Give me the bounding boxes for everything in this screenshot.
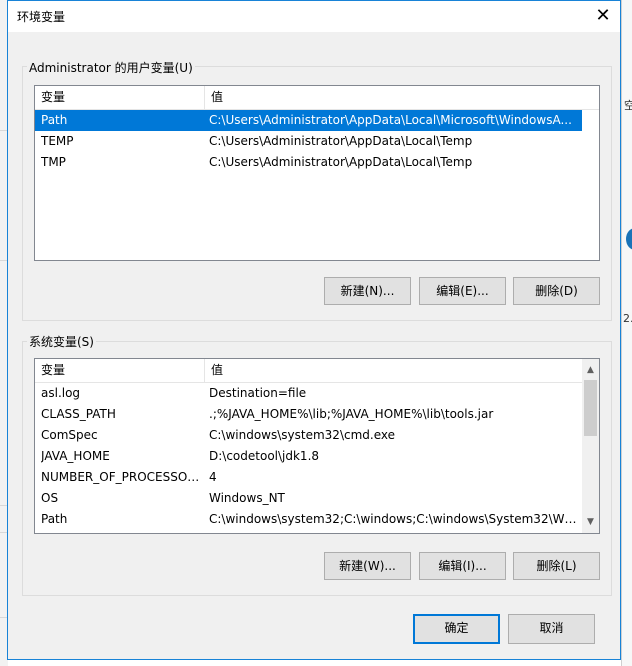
system-edit-button[interactable]: 编辑(I)... <box>419 552 506 580</box>
variable-name: Path <box>41 512 68 526</box>
variable-name: OS <box>41 491 59 505</box>
list-item[interactable]: Path C:\Users\Administrator\AppData\Local… <box>35 110 582 131</box>
variable-value: Destination=file <box>209 386 307 400</box>
scroll-up-arrow-icon[interactable]: ▲ <box>582 362 599 379</box>
variable-name: CLASS_PATH <box>41 407 116 421</box>
variable-name: TMP <box>41 155 66 169</box>
variable-value: .;%JAVA_HOME%\lib;%JAVA_HOME%\lib\tools.… <box>209 407 494 421</box>
bg-text-fragment: 空 <box>624 99 632 112</box>
cancel-button[interactable]: 取消 <box>508 614 595 644</box>
user-variables-group-title: Administrator 的用户变量(U) <box>27 59 195 76</box>
variable-value: 4 <box>209 470 217 484</box>
system-delete-button[interactable]: 删除(L) <box>513 552 600 580</box>
user-edit-button[interactable]: 编辑(E)... <box>419 277 506 305</box>
user-new-button[interactable]: 新建(N)... <box>324 277 411 305</box>
column-header-variable[interactable]: 变量 <box>35 86 204 109</box>
column-header-value[interactable]: 值 <box>205 359 585 382</box>
list-item[interactable]: Path C:\windows\system32;C:\windows;C:\wi… <box>35 509 582 530</box>
system-new-button[interactable]: 新建(W)... <box>324 552 411 580</box>
variable-value: Windows_NT <box>209 491 285 505</box>
variable-value: C:\Users\Administrator\AppData\Local\Mic… <box>209 113 572 127</box>
user-variables-header: 变量 值 <box>35 86 599 110</box>
scrollbar-thumb[interactable] <box>584 380 597 436</box>
scroll-down-arrow-icon[interactable]: ▼ <box>582 514 599 531</box>
environment-variables-dialog: 环境变量 ✕ Administrator 的用户变量(U) 变量 值 Path C… <box>7 0 621 660</box>
user-variables-list[interactable]: 变量 值 Path C:\Users\Administrator\AppData\… <box>34 85 600 261</box>
close-icon: ✕ <box>595 5 611 26</box>
column-header-variable[interactable]: 变量 <box>35 359 204 382</box>
variable-value: C:\Users\Administrator\AppData\Local\Tem… <box>209 134 473 148</box>
title-bar[interactable]: 环境变量 ✕ <box>8 1 620 32</box>
variable-name: Path <box>41 113 68 127</box>
list-item[interactable]: JAVA_HOME D:\codetool\jdk1.8 <box>35 446 582 467</box>
list-item[interactable]: NUMBER_OF_PROCESSORS 4 <box>35 467 582 488</box>
variable-value: C:\windows\system32;C:\windows;C:\window… <box>209 512 578 526</box>
list-item[interactable]: CLASS_PATH .;%JAVA_HOME%\lib;%JAVA_HOME%\… <box>35 404 582 425</box>
variable-name: NUMBER_OF_PROCESSORS <box>41 470 201 484</box>
system-variables-scrollbar[interactable]: ▲ ▼ <box>582 359 599 533</box>
system-variables-header: 变量 值 <box>35 359 582 383</box>
user-delete-button[interactable]: 删除(D) <box>513 277 600 305</box>
list-item[interactable]: ComSpec C:\windows\system32\cmd.exe <box>35 425 582 446</box>
system-variables-group-title: 系统变量(S) <box>27 333 96 350</box>
variable-value: D:\codetool\jdk1.8 <box>209 449 320 463</box>
column-header-value[interactable]: 值 <box>205 86 585 109</box>
variable-value: C:\windows\system32\cmd.exe <box>209 428 395 442</box>
list-item[interactable]: asl.log Destination=file <box>35 383 582 404</box>
bg-text-fragment: 2. <box>623 312 632 325</box>
list-item[interactable]: TMP C:\Users\Administrator\AppData\Local\… <box>35 152 582 173</box>
ok-button[interactable]: 确定 <box>413 614 500 644</box>
dialog-title: 环境变量 <box>17 10 66 24</box>
variable-name: JAVA_HOME <box>41 449 110 463</box>
list-item[interactable]: OS Windows_NT <box>35 488 582 509</box>
system-variables-list[interactable]: 变量 值 asl.log Destination=file CLASS_PATH.;… <box>34 358 600 534</box>
variable-value: C:\Users\Administrator\AppData\Local\Tem… <box>209 155 473 169</box>
variable-name: TEMP <box>41 134 74 148</box>
variable-name: asl.log <box>41 386 81 400</box>
close-button[interactable]: ✕ <box>586 1 620 32</box>
variable-name: ComSpec <box>41 428 98 442</box>
list-item[interactable]: TEMP C:\Users\Administrator\AppData\Local… <box>35 131 582 152</box>
